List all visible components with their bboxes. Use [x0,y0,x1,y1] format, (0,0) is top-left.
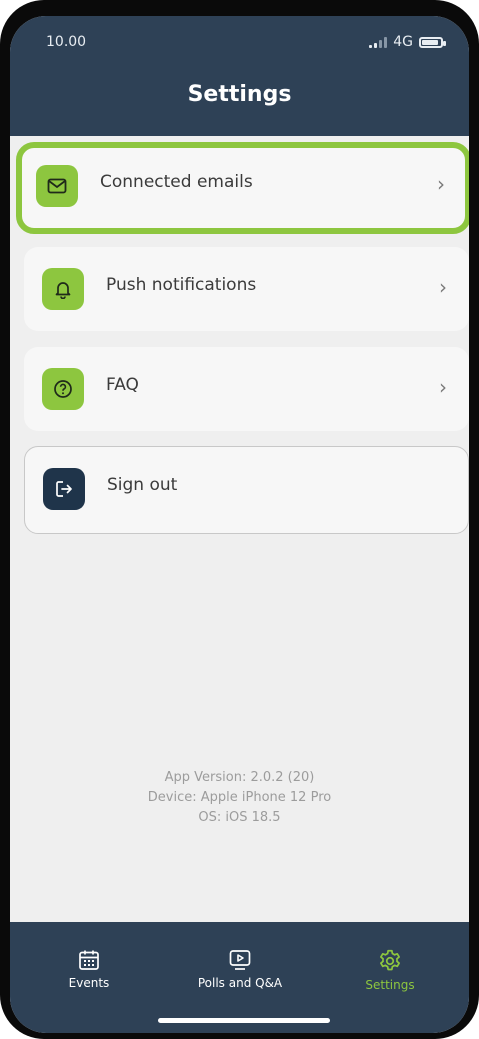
battery-icon [419,36,446,48]
gear-icon [380,949,400,971]
sign-out-label: Sign out [107,475,178,495]
faq-label: FAQ [106,375,139,395]
tab-settings-label: Settings [365,978,415,992]
page-title: Settings [187,82,292,107]
app-info: App Version: 2.0.2 (20) Device: Apple iP… [10,768,469,828]
calendar-icon [79,950,99,970]
home-indicator[interactable] [158,1018,330,1023]
tab-events[interactable]: Events [24,948,154,990]
push-notifications-label: Push notifications [106,275,257,295]
tab-events-label: Events [68,976,110,990]
sign-out-item[interactable]: Sign out [24,446,469,534]
signal-icon [369,36,388,48]
faq-item[interactable]: FAQ › [24,347,469,431]
bell-icon [42,268,84,310]
sign-out-icon [43,468,85,510]
phone-frame: 10.00 4G Settings Connected emails › Pus… [0,0,479,1039]
os-text: OS: iOS 18.5 [198,810,281,825]
connected-emails-item[interactable]: Connected emails › [16,142,469,234]
status-time: 10.00 [46,34,87,50]
tab-polls-and-qa[interactable]: Polls and Q&A [175,948,305,990]
play-screen-icon [229,950,251,970]
app-version-text: App Version: 2.0.2 (20) [164,770,315,785]
push-notifications-item[interactable]: Push notifications › [24,247,469,331]
status-indicators: 4G [369,34,446,50]
tab-polls-label: Polls and Q&A [197,976,283,990]
tab-settings[interactable]: Settings [325,948,455,992]
network-label: 4G [393,34,413,50]
connected-emails-label: Connected emails [100,172,253,192]
app-header: 10.00 4G Settings [10,16,469,136]
chevron-right-icon: › [439,375,447,399]
screen: 10.00 4G Settings Connected emails › Pus… [10,16,469,1033]
question-circle-icon [42,368,84,410]
chevron-right-icon: › [437,172,445,196]
device-text: Device: Apple iPhone 12 Pro [147,790,332,805]
mail-icon [36,165,78,207]
chevron-right-icon: › [439,275,447,299]
bottom-tab-bar: Events Polls and Q&A Settings [10,922,469,1033]
